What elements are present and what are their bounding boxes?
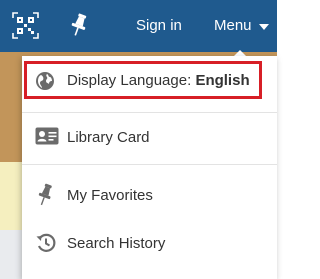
sign-in-link[interactable]: Sign in: [136, 17, 182, 34]
divider: [22, 164, 277, 165]
id-card-icon: [35, 127, 59, 145]
pushpin-icon: [38, 183, 52, 206]
display-language-value: English: [195, 72, 250, 89]
menu-dropdown: Display Language: English Library Card M…: [22, 56, 277, 279]
menu-label: Menu: [214, 17, 252, 34]
display-language-label: Display Language: English: [67, 72, 250, 89]
library-card-item[interactable]: Library Card: [22, 116, 277, 160]
search-history-item[interactable]: Search History: [22, 222, 277, 266]
my-favorites-item[interactable]: My Favorites: [22, 173, 277, 217]
library-card-label: Library Card: [67, 129, 150, 146]
qr-code-icon[interactable]: [12, 12, 39, 39]
search-history-label: Search History: [67, 235, 166, 252]
globe-icon: [36, 72, 54, 90]
divider: [22, 112, 277, 113]
display-language-item[interactable]: Display Language: English: [22, 60, 277, 106]
menu-button[interactable]: Menu: [214, 17, 269, 34]
top-navigation-bar: Sign in Menu: [0, 0, 277, 52]
caret-down-icon: [259, 24, 269, 30]
my-favorites-label: My Favorites: [67, 187, 153, 204]
history-icon: [36, 233, 56, 252]
pushpin-icon[interactable]: [67, 12, 91, 38]
